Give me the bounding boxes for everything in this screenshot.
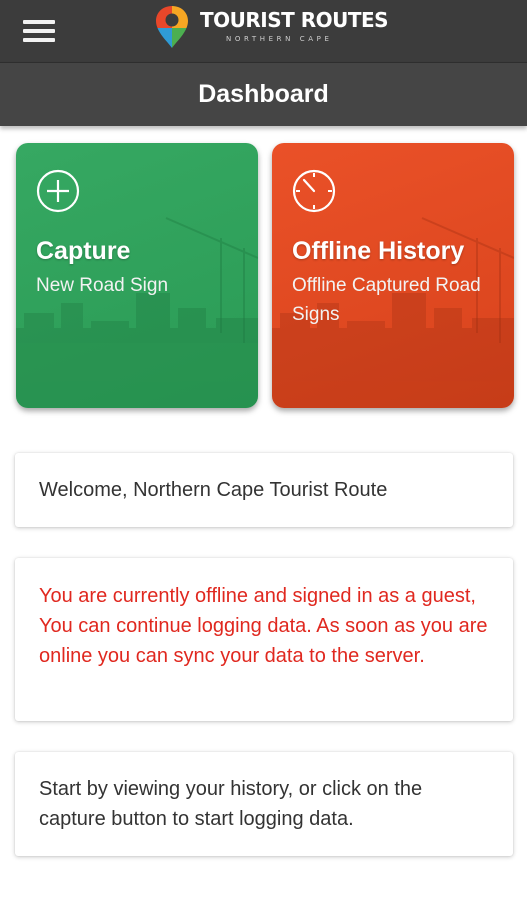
offline-history-tile-label: Offline History [292,237,465,265]
plus-circle-icon [36,169,80,213]
capture-tile-label: Capture [36,237,131,265]
app-logo-title: TOURIST ROUTES [200,8,389,32]
capture-tile-subtitle: New Road Sign [36,275,169,296]
instructions-card: Start by viewing your history, or click … [15,752,513,856]
capture-tile-button[interactable]: Capture New Road Sign [16,143,258,408]
page-title-bar: Dashboard [0,62,527,126]
welcome-card: Welcome, Northern Cape Tourist Route [15,453,513,527]
offline-history-tile-subtitle: Offline Captured Road Signs [292,275,481,325]
timer-icon [292,169,336,213]
app-bar: TOURIST ROUTES NORTHERN CAPE [0,0,527,62]
page-title: Dashboard [198,80,329,108]
app-logo-subtitle: NORTHERN CAPE [226,35,333,43]
offline-notice-card: You are currently offline and signed in … [15,558,513,721]
welcome-text: Welcome, Northern Cape Tourist Route [39,479,388,501]
location-pin-icon [156,6,188,48]
instructions-text: Start by viewing your history, or click … [39,778,423,830]
offline-notice-text: You are currently offline and signed in … [39,585,488,667]
hamburger-menu-icon[interactable] [23,20,55,42]
offline-history-tile-button[interactable]: Offline History Offline Captured Road Si… [272,143,514,408]
